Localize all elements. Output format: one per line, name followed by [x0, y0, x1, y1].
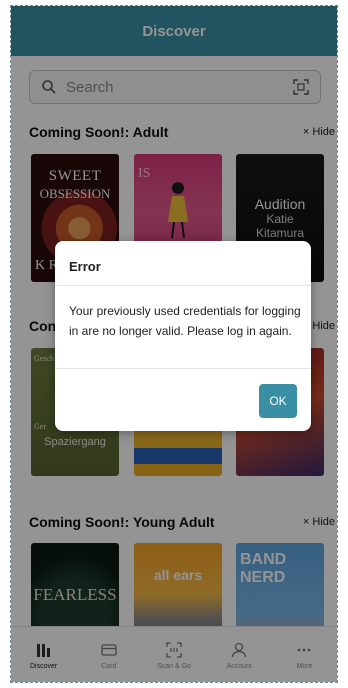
dialog-divider: [55, 368, 311, 369]
ok-button[interactable]: OK: [259, 384, 297, 418]
dialog-title: Error: [69, 259, 101, 274]
dialog-message: Your previously used credentials for log…: [69, 304, 301, 338]
error-dialog: Error Your previously used credentials f…: [55, 241, 311, 431]
app-screen: Discover Coming Soon!: Adult × Hide SWEE…: [10, 5, 338, 683]
dialog-divider: [55, 285, 311, 286]
